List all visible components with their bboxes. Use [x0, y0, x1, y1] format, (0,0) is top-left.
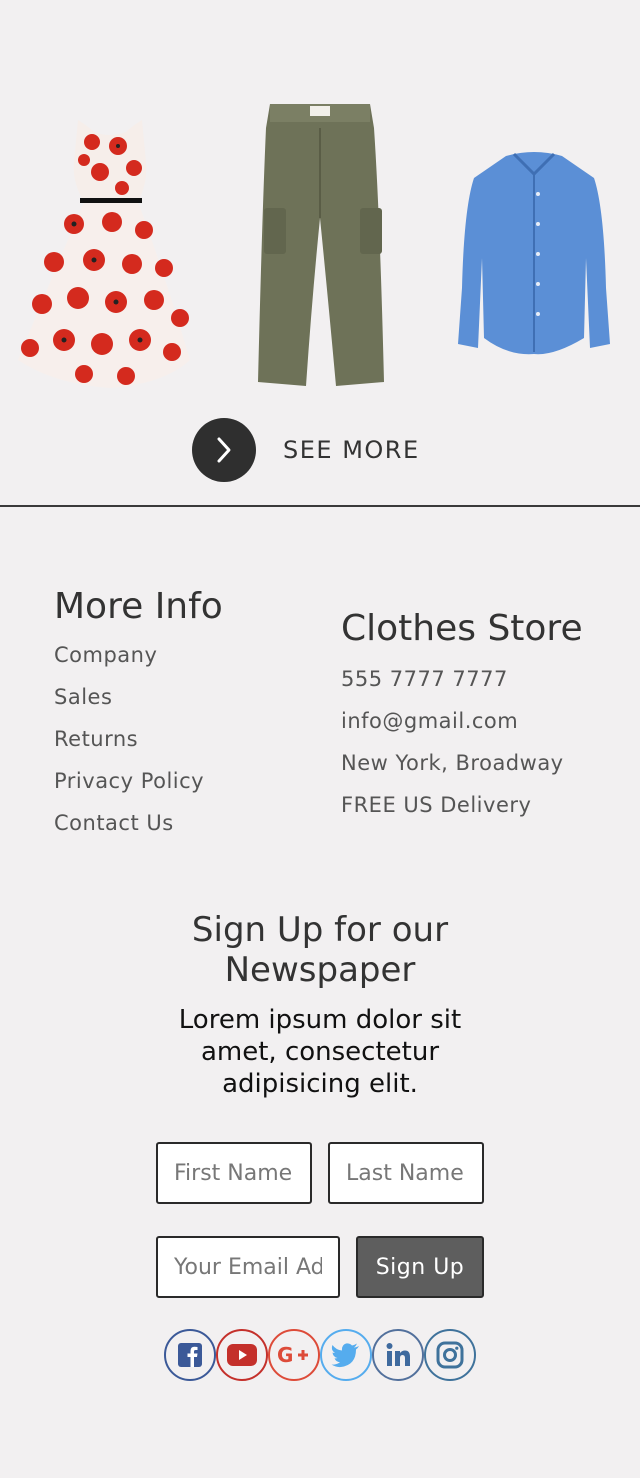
footer-link-company[interactable]: Company [54, 634, 223, 676]
linkedin-icon [386, 1343, 410, 1366]
twitter-icon [331, 1343, 359, 1368]
google-plus-icon: G [277, 1343, 308, 1367]
twitter-link[interactable] [320, 1329, 372, 1381]
instagram-icon [436, 1341, 464, 1369]
see-more-label[interactable]: SEE MORE [283, 436, 420, 464]
pants-image[interactable] [244, 98, 392, 390]
google-plus-link[interactable]: G [268, 1329, 320, 1381]
store-phone: 555 7777 7777 [341, 667, 508, 691]
footer-link-contact-us[interactable]: Contact Us [54, 802, 223, 844]
chevron-right-icon [217, 437, 231, 463]
sign-up-button[interactable]: Sign Up [356, 1236, 484, 1298]
social-links: G [164, 1329, 476, 1381]
store-info-column: Clothes Store 555 7777 7777 info@gmail.c… [341, 600, 583, 826]
newsletter-text: Lorem ipsum dolor sit amet, consectetur … [178, 1005, 462, 1099]
see-more-link[interactable]: SEE MORE [192, 418, 420, 482]
youtube-icon [227, 1344, 257, 1366]
footer-link-returns[interactable]: Returns [54, 718, 223, 760]
facebook-link[interactable] [164, 1329, 216, 1381]
email-input[interactable] [156, 1236, 340, 1298]
dress-image[interactable] [14, 112, 204, 394]
newsletter-section: Sign Up for our Newspaper Lorem ipsum do… [0, 910, 640, 1100]
last-name-input[interactable] [328, 1142, 484, 1204]
footer-link-privacy-policy[interactable]: Privacy Policy [54, 760, 223, 802]
youtube-link[interactable] [216, 1329, 268, 1381]
product-showcase [0, 0, 640, 400]
more-info-title: More Info [54, 586, 223, 627]
store-title: Clothes Store [341, 608, 583, 649]
svg-text:G: G [277, 1343, 293, 1367]
instagram-link[interactable] [424, 1329, 476, 1381]
shirt-image[interactable] [454, 148, 614, 360]
facebook-icon [178, 1343, 202, 1367]
more-info-column: More Info Company Sales Returns Privacy … [54, 580, 223, 844]
store-delivery: FREE US Delivery [341, 793, 532, 817]
store-address: New York, Broadway [341, 751, 564, 775]
first-name-input[interactable] [156, 1142, 312, 1204]
linkedin-link[interactable] [372, 1329, 424, 1381]
see-more-button[interactable] [192, 418, 256, 482]
section-divider [0, 505, 640, 507]
newsletter-title: Sign Up for our Newspaper [191, 910, 449, 990]
store-email: info@gmail.com [341, 709, 519, 733]
footer-link-sales[interactable]: Sales [54, 676, 223, 718]
